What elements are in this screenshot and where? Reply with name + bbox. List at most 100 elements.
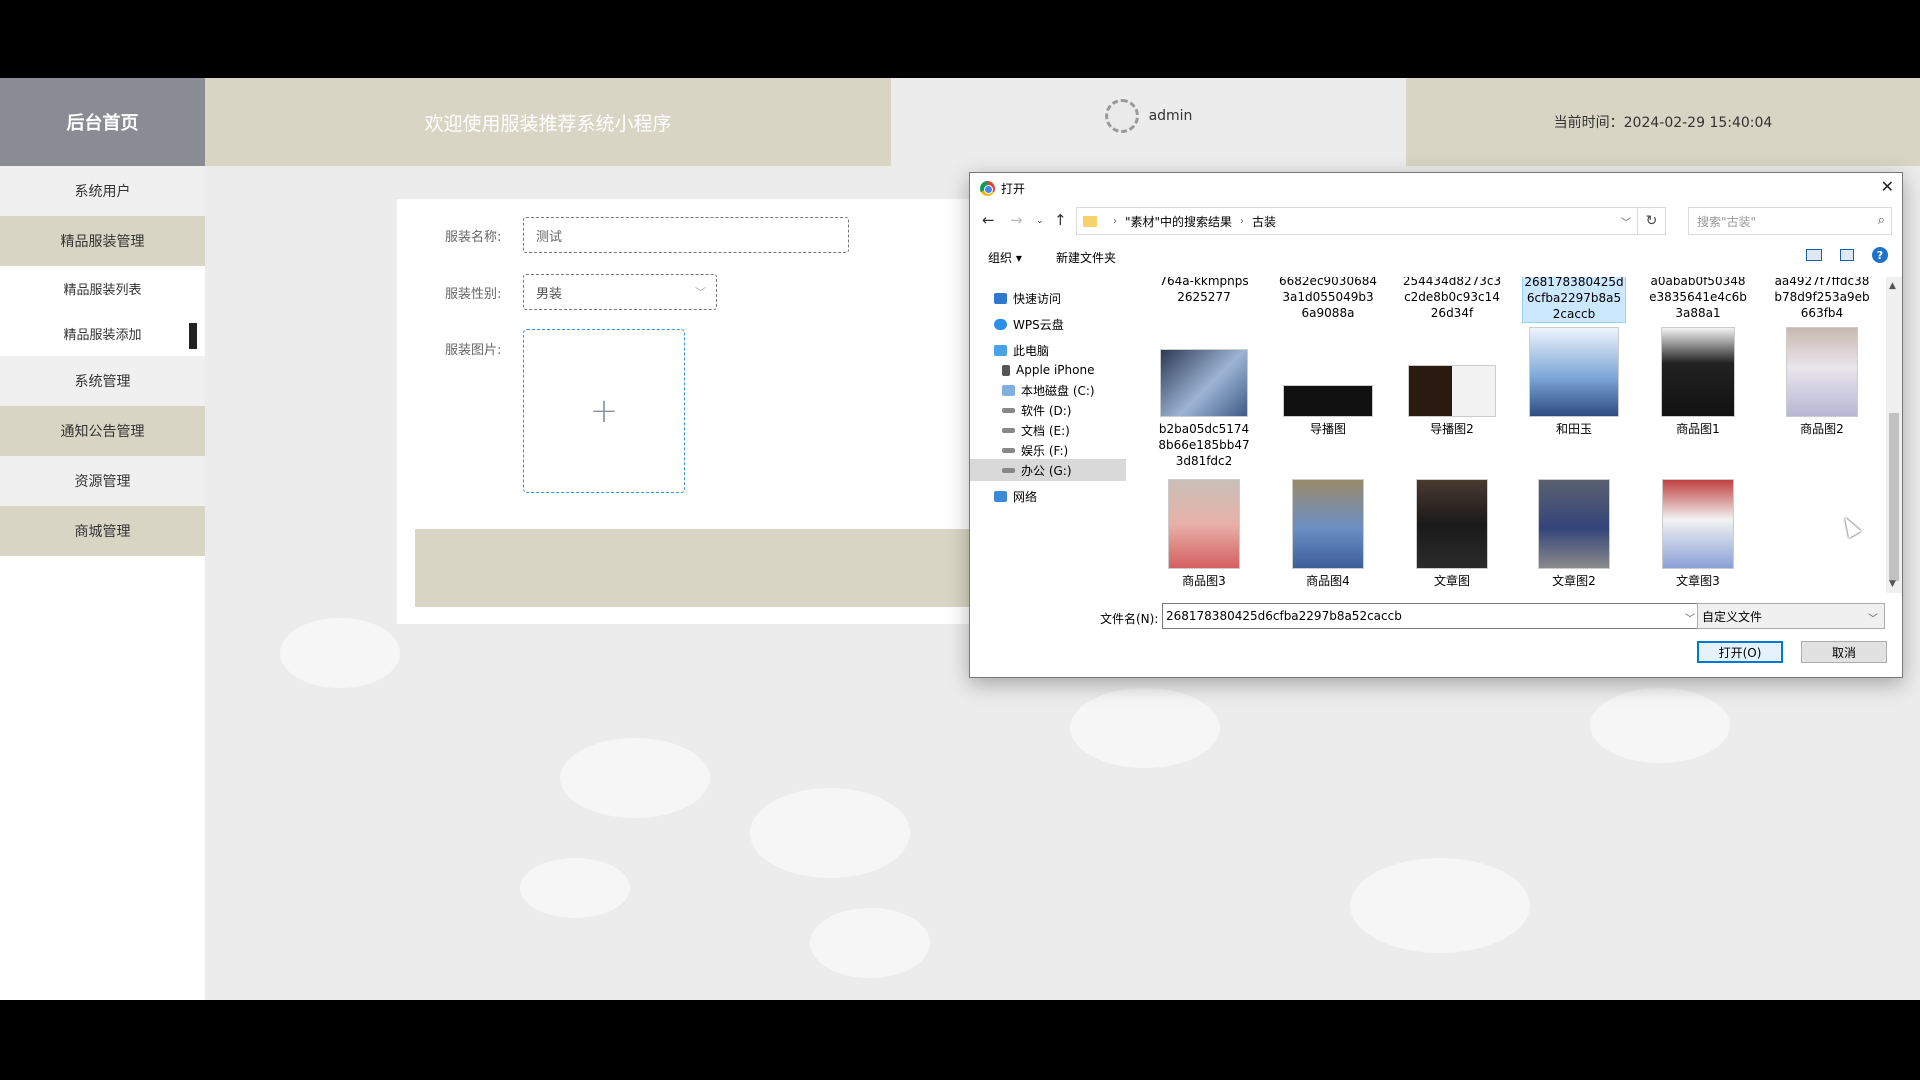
sidebar-subitem-clothing-add[interactable]: 精品服装添加 [0, 311, 205, 356]
file-item[interactable]: 和田玉 [1522, 327, 1626, 437]
header: 后台首页 欢迎使用服装推荐系统小程序 admin 当前时间：2024-02-29… [0, 78, 1920, 166]
nav-drive-c[interactable]: 本地磁盘 (C:) [970, 379, 1126, 401]
gender-value: 男装 [536, 286, 563, 302]
bg-circle [1350, 858, 1530, 953]
open-button[interactable]: 打开(O) [1697, 641, 1783, 663]
nav-quick-access[interactable]: 快速访问 [970, 287, 1126, 309]
file-item[interactable]: 6682ec9030684 3a1d055049b3 6a9088a [1276, 277, 1380, 321]
file-item[interactable]: 导播图2 [1400, 349, 1504, 437]
forward-arrow-icon[interactable]: → [1010, 211, 1023, 229]
bg-circle [520, 858, 630, 918]
filename-input[interactable]: 268178380425d6cfba2297b8a52caccb ﹀ [1162, 603, 1702, 629]
sidebar-item-notice-management[interactable]: 通知公告管理 [0, 406, 205, 456]
file-item[interactable]: 254434d8273c3 c2de8b0c93c14 26d34f [1400, 277, 1504, 321]
nav-this-pc[interactable]: 此电脑 [970, 339, 1126, 361]
file-item[interactable]: 导播图 [1276, 349, 1380, 437]
file-name: 商品图1 [1676, 422, 1720, 436]
nav-label: 办公 (G:) [1021, 463, 1072, 478]
user-box[interactable]: admin [891, 78, 1406, 166]
image-thumbnail [1168, 479, 1240, 569]
nav-drive-e[interactable]: 文档 (E:) [970, 419, 1126, 441]
chrome-icon [980, 180, 995, 196]
bg-circle [810, 908, 930, 978]
file-item[interactable]: 文章图2 [1522, 479, 1626, 589]
nav-drive-g[interactable]: 办公 (G:) [970, 459, 1126, 481]
bg-circle [560, 738, 710, 818]
file-item[interactable]: 商品图2 [1770, 327, 1874, 437]
sidebar-item-label: 精品服装列表 [63, 283, 142, 298]
view-mode-icon[interactable] [1806, 249, 1822, 261]
image-upload[interactable]: + [523, 329, 685, 493]
image-thumbnail [1786, 327, 1858, 417]
image-thumbnail [1160, 349, 1248, 417]
file-item[interactable]: 文章图3 [1646, 479, 1750, 589]
file-item[interactable]: 商品图1 [1646, 327, 1750, 437]
breadcrumb-folder[interactable]: 古装 [1252, 213, 1276, 230]
file-item[interactable]: aa4927f7ffdc38 b78d9f253a9eb 663fb4 [1770, 277, 1874, 321]
scroll-thumb[interactable] [1889, 413, 1899, 581]
file-item[interactable]: 商品图3 [1152, 479, 1256, 589]
sidebar-item-resource-management[interactable]: 资源管理 [0, 456, 205, 506]
chevron-down-icon[interactable]: ﹀ [1685, 610, 1695, 625]
file-item[interactable]: 商品图4 [1276, 479, 1380, 589]
file-name: 文章图 [1433, 574, 1470, 588]
nav-label: 本地磁盘 (C:) [1021, 383, 1095, 398]
file-item[interactable]: 文章图 [1400, 479, 1504, 589]
sidebar-item-system-users[interactable]: 系统用户 [0, 166, 205, 216]
current-time: 当前时间：2024-02-29 15:40:04 [1406, 78, 1920, 166]
image-label: 服装图片: [445, 343, 502, 358]
breadcrumb-separator-icon: › [1113, 215, 1117, 227]
back-arrow-icon[interactable]: ← [982, 211, 995, 229]
recent-chevron-icon[interactable]: ⌄ [1036, 216, 1044, 226]
file-name: 商品图3 [1182, 574, 1226, 588]
chevron-down-icon[interactable]: ﹀ [1621, 214, 1631, 229]
image-thumbnail [1529, 327, 1619, 417]
nav-drive-f[interactable]: 娱乐 (F:) [970, 439, 1126, 461]
sidebar-item-clothing-management[interactable]: 精品服装管理 [0, 216, 205, 266]
up-arrow-icon[interactable]: ↑ [1054, 211, 1067, 229]
nav-label: 娱乐 (F:) [1021, 443, 1069, 458]
sidebar-item-system-management[interactable]: 系统管理 [0, 356, 205, 406]
organize-button[interactable]: 组织 ▾ [988, 249, 1022, 266]
avatar[interactable] [1104, 99, 1139, 133]
file-list-scrollbar[interactable]: ▲ ▼ [1886, 277, 1902, 593]
file-item-selected[interactable]: 268178380425d 6cfba2297b8a5 2caccb [1522, 277, 1626, 323]
username: admin [1148, 108, 1193, 124]
nav-drive-d[interactable]: 软件 (D:) [970, 399, 1126, 421]
nav-label: 快速访问 [1013, 291, 1062, 306]
breadcrumb-search-results[interactable]: "素材"中的搜索结果 [1125, 213, 1232, 230]
bg-circle [1070, 688, 1220, 768]
new-folder-button[interactable]: 新建文件夹 [1056, 249, 1116, 266]
scroll-down-icon[interactable]: ▼ [1889, 579, 1896, 589]
dialog-navbar: ← → ⌄ ↑ › "素材"中的搜索结果 › 古装 ﹀ ↻ 搜索"古装" ⌕ [970, 207, 1902, 237]
sidebar-item-mall-management[interactable]: 商城管理 [0, 506, 205, 556]
image-thumbnail [1661, 327, 1735, 417]
cancel-button[interactable]: 取消 [1801, 641, 1887, 663]
file-item[interactable]: a0abab0f50348 e3835641e4c6b 3a88a1 [1646, 277, 1750, 321]
nav-apple-iphone[interactable]: Apple iPhone [970, 359, 1126, 381]
image-thumbnail [1408, 365, 1496, 417]
logo[interactable]: 后台首页 [0, 78, 205, 166]
sidebar-subitem-clothing-list[interactable]: 精品服装列表 [0, 266, 205, 311]
bg-circle [1590, 688, 1730, 763]
nav-network[interactable]: 网络 [970, 485, 1126, 507]
nav-wps-cloud[interactable]: WPS云盘 [970, 313, 1126, 335]
open-file-dialog: 打开 ✕ ← → ⌄ ↑ › "素材"中的搜索结果 › 古装 ﹀ ↻ 搜索"古装… [969, 172, 1903, 678]
filetype-select[interactable]: 自定义文件 ﹀ [1697, 603, 1885, 629]
help-icon[interactable]: ? [1872, 247, 1888, 263]
drive-icon [1002, 384, 1015, 396]
file-item[interactable]: b2ba05dc5174 8b66e185bb47 3d81fdc2 [1152, 349, 1256, 469]
close-icon[interactable]: ✕ [1881, 177, 1894, 196]
scroll-up-icon[interactable]: ▲ [1889, 281, 1896, 291]
dialog-search-input[interactable]: 搜索"古装" ⌕ [1688, 207, 1892, 235]
preview-pane-icon[interactable] [1840, 249, 1854, 261]
refresh-icon[interactable]: ↻ [1638, 207, 1666, 235]
name-input[interactable]: 测试 [523, 217, 849, 253]
computer-icon [994, 344, 1007, 356]
address-bar[interactable]: › "素材"中的搜索结果 › 古装 ﹀ [1076, 207, 1638, 235]
network-icon [994, 490, 1007, 502]
file-item[interactable]: 764a-kkmpnps 2625277 [1152, 277, 1256, 305]
form-card: 服装名称: 测试 服装性别: 男装 ﹀ 服装图片: + [397, 199, 997, 624]
bg-circle [280, 618, 400, 688]
gender-select[interactable]: 男装 ﹀ [523, 274, 717, 310]
